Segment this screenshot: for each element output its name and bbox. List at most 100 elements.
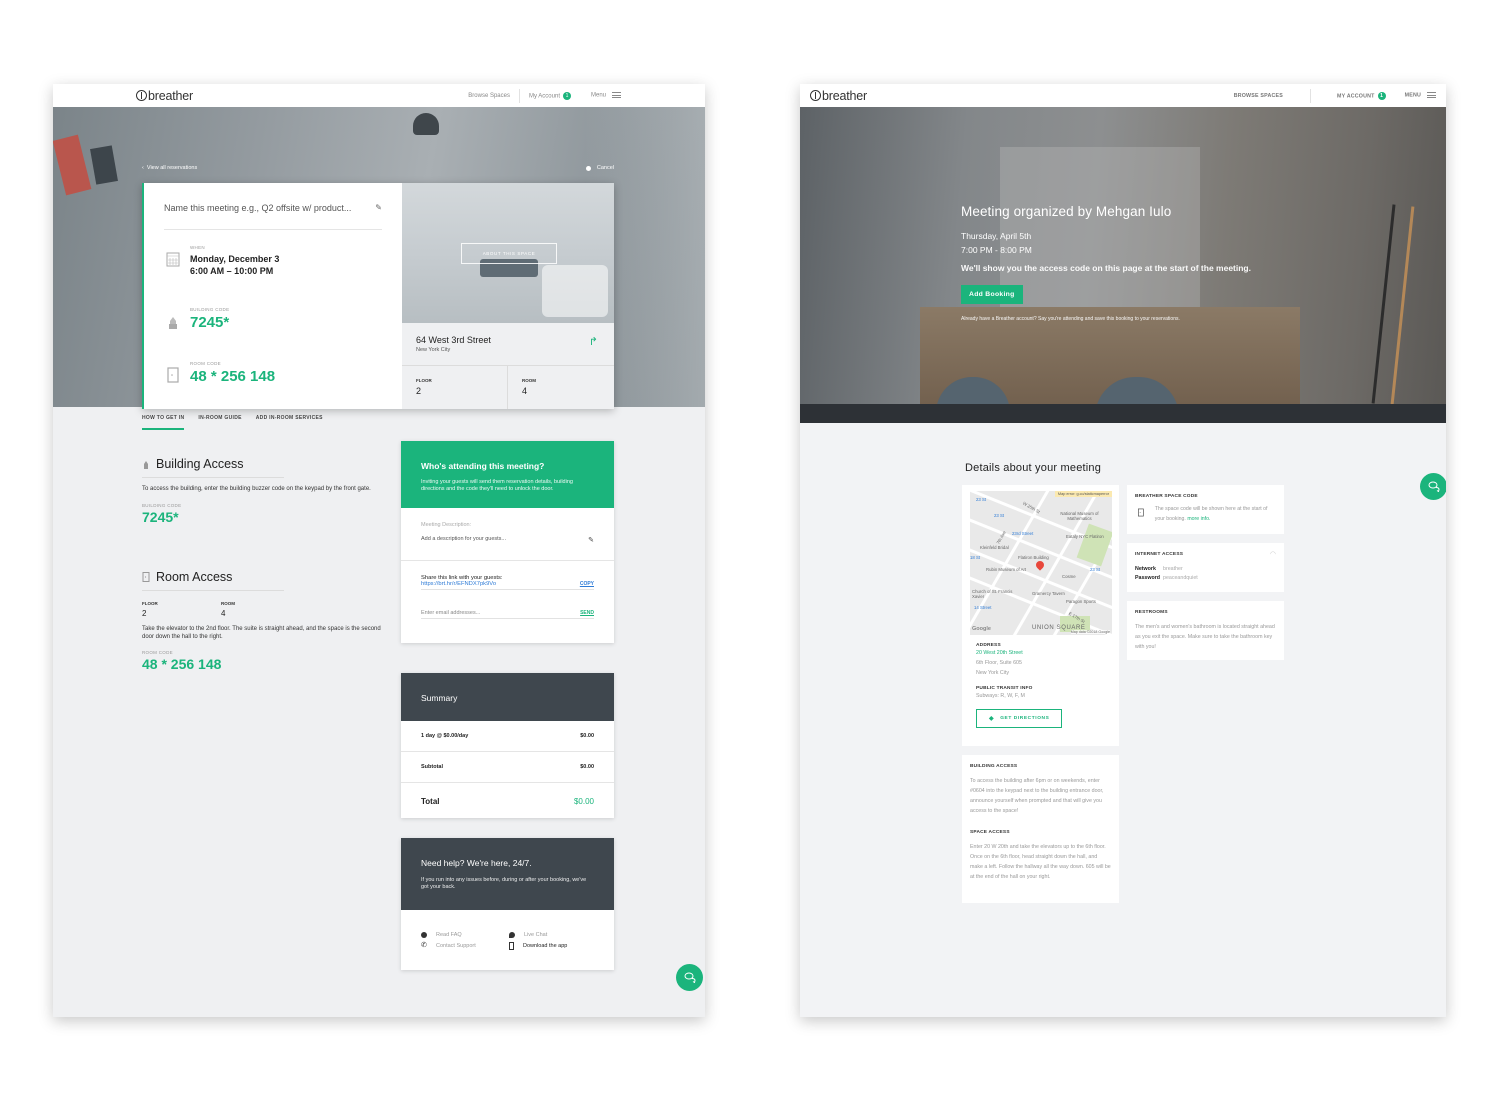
when-row: WHEN Monday, December 3 6:00 AM – 10:00 … [166, 245, 279, 277]
copy-link-button[interactable]: COPY [580, 581, 594, 587]
read-faq-link[interactable]: Read FAQ [421, 932, 509, 938]
send-invite-button[interactable]: SEND [580, 610, 594, 616]
tab-in-room-guide[interactable]: IN-ROOM GUIDE [198, 415, 241, 430]
ladder-decoration [1371, 204, 1415, 406]
phone-icon: ✆ [421, 942, 427, 949]
breather-logo[interactable]: breather [136, 89, 193, 103]
internet-access-card: INTERNET ACCESS ◠ Network breather Passwor… [1127, 543, 1284, 592]
map-error-notice: Map error: g.co/staticmaperror [1054, 491, 1112, 497]
live-chat-link[interactable]: Live Chat [509, 932, 594, 938]
info-icon [421, 932, 427, 938]
contact-support-link[interactable]: ✆ Contact Support [421, 942, 509, 950]
section-heading: Room Access [142, 570, 284, 591]
guest-meeting-page-screen: breather BROWSE SPACES MY ACCOUNT 1 MENU … [800, 84, 1446, 1017]
reservation-card: Name this meeting e.g., Q2 offsite w/ pr… [142, 183, 614, 409]
mobile-icon [509, 942, 514, 950]
poster-decoration [53, 134, 92, 196]
hero-background: Meeting organized by Mehgan Iulo Thursda… [800, 107, 1446, 423]
door-icon [142, 572, 150, 582]
email-input[interactable]: Enter email addresses... SEND [421, 610, 594, 619]
lamp-decoration [413, 113, 439, 135]
hamburger-icon [612, 92, 621, 99]
space-address: 64 West 3rd Street New York City [416, 335, 491, 353]
breather-leaf-icon [136, 90, 147, 101]
room-value: 4 [221, 609, 226, 618]
hero-background: ‹ View all reservations Cancel Name this… [53, 107, 705, 409]
download-app-link[interactable]: Download the app [509, 942, 594, 950]
edit-pencil-icon[interactable]: ✎ [375, 203, 382, 213]
details-heading: Details about your meeting [965, 462, 1102, 474]
access-instructions-card: BUILDING ACCESS To access the building a… [962, 755, 1119, 903]
meeting-name-input[interactable]: Name this meeting e.g., Q2 offsite w/ pr… [164, 203, 382, 230]
my-account-link[interactable]: MY ACCOUNT 1 [1337, 91, 1386, 100]
section-heading: Building Access [142, 457, 284, 478]
directions-icon: ◆ [989, 716, 995, 722]
building-icon [169, 313, 177, 329]
attendees-card: Who's attending this meeting? Inviting y… [401, 441, 614, 643]
meeting-title: Meeting organized by Mehgan Iulo [961, 204, 1172, 219]
edit-pencil-icon[interactable]: ✎ [588, 536, 594, 544]
space-code-card: BREATHER SPACE CODE The space code will … [1127, 485, 1284, 534]
chat-bubbles-icon [684, 972, 696, 983]
notification-badge: 1 [1377, 91, 1386, 100]
more-info-link[interactable]: more info. [1187, 516, 1210, 522]
building-access-section: Building Access To access the building, … [142, 457, 382, 525]
summary-row: 1 day @ $0.00/day $0.00 [401, 721, 614, 752]
room-access-section: Room Access FLOOR 2 ROOM 4 Take the elevat… [142, 570, 381, 672]
nav-divider [1309, 88, 1311, 103]
room-value: 4 [522, 386, 528, 396]
summary-total: Total $0.00 [421, 797, 594, 806]
when-date: Monday, December 3 [190, 254, 280, 264]
building-code-value: 7245* [190, 314, 230, 331]
chat-fab-button[interactable] [676, 964, 703, 991]
reservation-page-screen: breather Browse Spaces My Account 1 Menu … [53, 84, 705, 1017]
menu-button[interactable]: MENU [1405, 92, 1436, 99]
poster-decoration [90, 145, 118, 185]
when-time: 6:00 AM – 10:00 PM [190, 266, 274, 276]
view-all-reservations-link[interactable]: ‹ View all reservations [142, 165, 197, 171]
browse-spaces-link[interactable]: Browse Spaces [468, 93, 510, 99]
network-name: breather [1163, 566, 1183, 572]
map-pin-icon[interactable] [1034, 559, 1046, 571]
top-nav: breather BROWSE SPACES MY ACCOUNT 1 MENU [800, 84, 1446, 107]
wifi-password: peaceandquiet [1163, 575, 1198, 581]
map-view[interactable]: Map error: g.co/staticmaperror 23 St W 2… [970, 491, 1112, 635]
cancel-icon [585, 165, 591, 171]
room-code-row: ROOM CODE 48 * 256 148 [166, 361, 275, 385]
tab-add-in-room-services[interactable]: ADD IN-ROOM SERVICES [256, 415, 323, 430]
get-directions-button[interactable]: ◆ GET DIRECTIONS [976, 709, 1063, 728]
floor-value: 2 [416, 386, 422, 396]
room-code-value: 48 * 256 148 [142, 656, 222, 672]
chat-fab-button[interactable] [1420, 473, 1446, 500]
calendar-icon [166, 252, 180, 267]
share-link[interactable]: https://brt.hr/r/EFNDX7pk9Vo [421, 581, 496, 587]
address-block: ADDRESS 20 West 20th Street 6th Floor, S… [976, 643, 1063, 728]
desk-decoration [800, 404, 1446, 423]
notification-badge: 1 [562, 91, 571, 100]
restrooms-card: RESTROOMS The men's and women's bathroom… [1127, 601, 1284, 660]
cancel-reservation-button[interactable]: Cancel [585, 165, 614, 171]
breather-logo[interactable]: breather [810, 89, 867, 103]
tab-how-to-get-in[interactable]: HOW TO GET IN [142, 415, 185, 430]
floor-value: 2 [142, 609, 147, 618]
chat-bubbles-icon [1428, 481, 1440, 492]
summary-card: Summary 1 day @ $0.00/day $0.00 Subtotal $… [401, 673, 614, 818]
door-icon [1138, 508, 1144, 517]
directions-arrow-icon[interactable]: ↱ [589, 335, 598, 348]
browse-spaces-link[interactable]: BROWSE SPACES [1234, 93, 1283, 99]
building-code-row: BUILDING CODE 7245* [166, 307, 229, 331]
chairs-decoration [542, 265, 608, 317]
about-this-space-button[interactable]: ABOUT THIS SPACE [461, 243, 557, 264]
meeting-description-field[interactable]: Meeting Description: Add a description f… [401, 508, 614, 561]
my-account-link[interactable]: My Account 1 [529, 91, 571, 100]
hamburger-icon [1427, 92, 1436, 99]
chat-icon [509, 932, 515, 938]
summary-row: Subtotal $0.00 [401, 752, 614, 783]
street-address-link[interactable]: 20 West 20th Street [976, 648, 1062, 658]
floor-room-info: FLOOR 2 ROOM 4 [402, 365, 614, 409]
menu-button[interactable]: Menu [591, 92, 621, 99]
space-photo[interactable]: ABOUT THIS SPACE [402, 183, 614, 323]
add-booking-button[interactable]: Add Booking [961, 285, 1023, 304]
breather-leaf-icon [810, 90, 821, 101]
location-card: Map error: g.co/staticmaperror 23 St W 2… [962, 485, 1119, 746]
